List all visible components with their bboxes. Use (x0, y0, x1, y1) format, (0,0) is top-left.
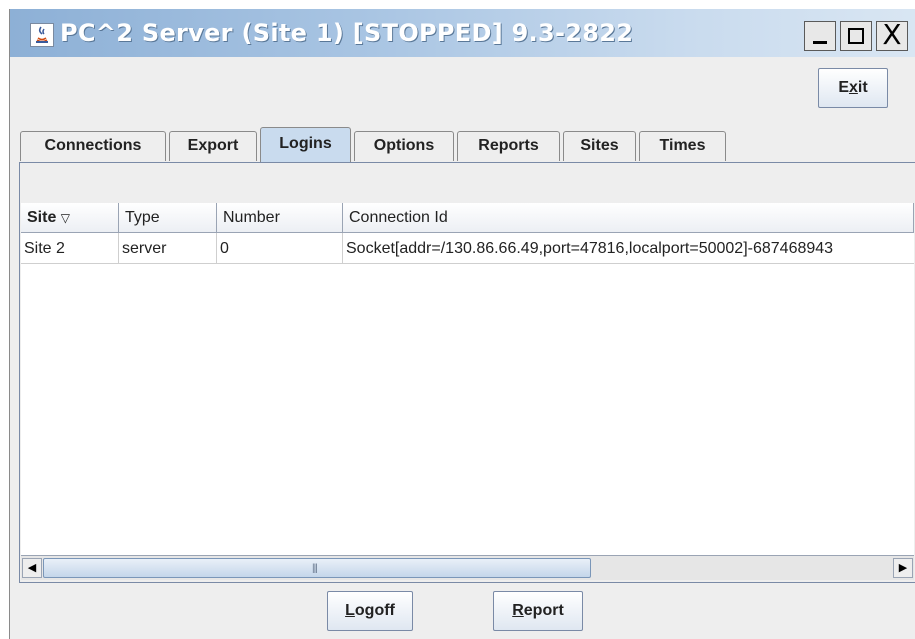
window-title: PC^2 Server (Site 1) [STOPPED] 9.3-2822 (60, 19, 634, 47)
sort-descending-icon: ▽ (60, 211, 71, 225)
column-header-site-label: Site (27, 209, 57, 226)
logoff-button[interactable]: Logoff (327, 591, 413, 631)
minimize-button[interactable] (804, 21, 836, 51)
tab-strip: Connections Export Logins Options Report… (20, 127, 910, 163)
horizontal-scrollbar[interactable]: ◀ ||| ▶ (21, 555, 914, 580)
maximize-button[interactable] (840, 21, 872, 51)
close-icon: X (882, 18, 902, 51)
grip-icon: ||| (312, 563, 318, 574)
scroll-left-icon[interactable]: ◀ (22, 558, 42, 578)
exit-button[interactable]: Exit (818, 68, 888, 108)
column-header-connection-id[interactable]: Connection Id (343, 203, 914, 233)
table-cell-connection-id[interactable]: Socket[addr=/130.86.66.49,port=47816,loc… (343, 233, 914, 264)
column-header-site[interactable]: Site ▽ (21, 203, 119, 233)
java-icon (30, 23, 54, 47)
table-cell-number[interactable]: 0 (217, 233, 343, 264)
column-header-number[interactable]: Number (217, 203, 343, 233)
report-label: Report (512, 602, 564, 619)
close-button[interactable]: X (876, 18, 908, 51)
exit-label: Exit (838, 79, 868, 96)
tab-reports[interactable]: Reports (457, 131, 560, 161)
column-header-type[interactable]: Type (119, 203, 217, 233)
tab-options[interactable]: Options (354, 131, 454, 161)
title-bar[interactable]: PC^2 Server (Site 1) [STOPPED] 9.3-2822 … (10, 9, 915, 57)
tab-sites[interactable]: Sites (563, 131, 636, 161)
tab-times[interactable]: Times (639, 131, 726, 161)
tab-logins[interactable]: Logins (260, 127, 351, 163)
minimize-icon (813, 41, 827, 44)
table-cell-type[interactable]: server (119, 233, 217, 264)
tab-connections[interactable]: Connections (20, 131, 166, 161)
scrollbar-thumb[interactable]: ||| (43, 558, 591, 578)
tab-export[interactable]: Export (169, 131, 257, 161)
logins-panel: Site ▽ Type Number Connection Id Site 2 … (19, 162, 915, 583)
logoff-label: Logoff (345, 602, 395, 619)
scroll-right-icon[interactable]: ▶ (893, 558, 913, 578)
report-button[interactable]: Report (493, 591, 583, 631)
server-window: PC^2 Server (Site 1) [STOPPED] 9.3-2822 … (9, 9, 915, 639)
logins-table[interactable]: Site ▽ Type Number Connection Id Site 2 … (21, 203, 914, 555)
maximize-icon (848, 28, 864, 44)
table-cell-site[interactable]: Site 2 (21, 233, 119, 264)
